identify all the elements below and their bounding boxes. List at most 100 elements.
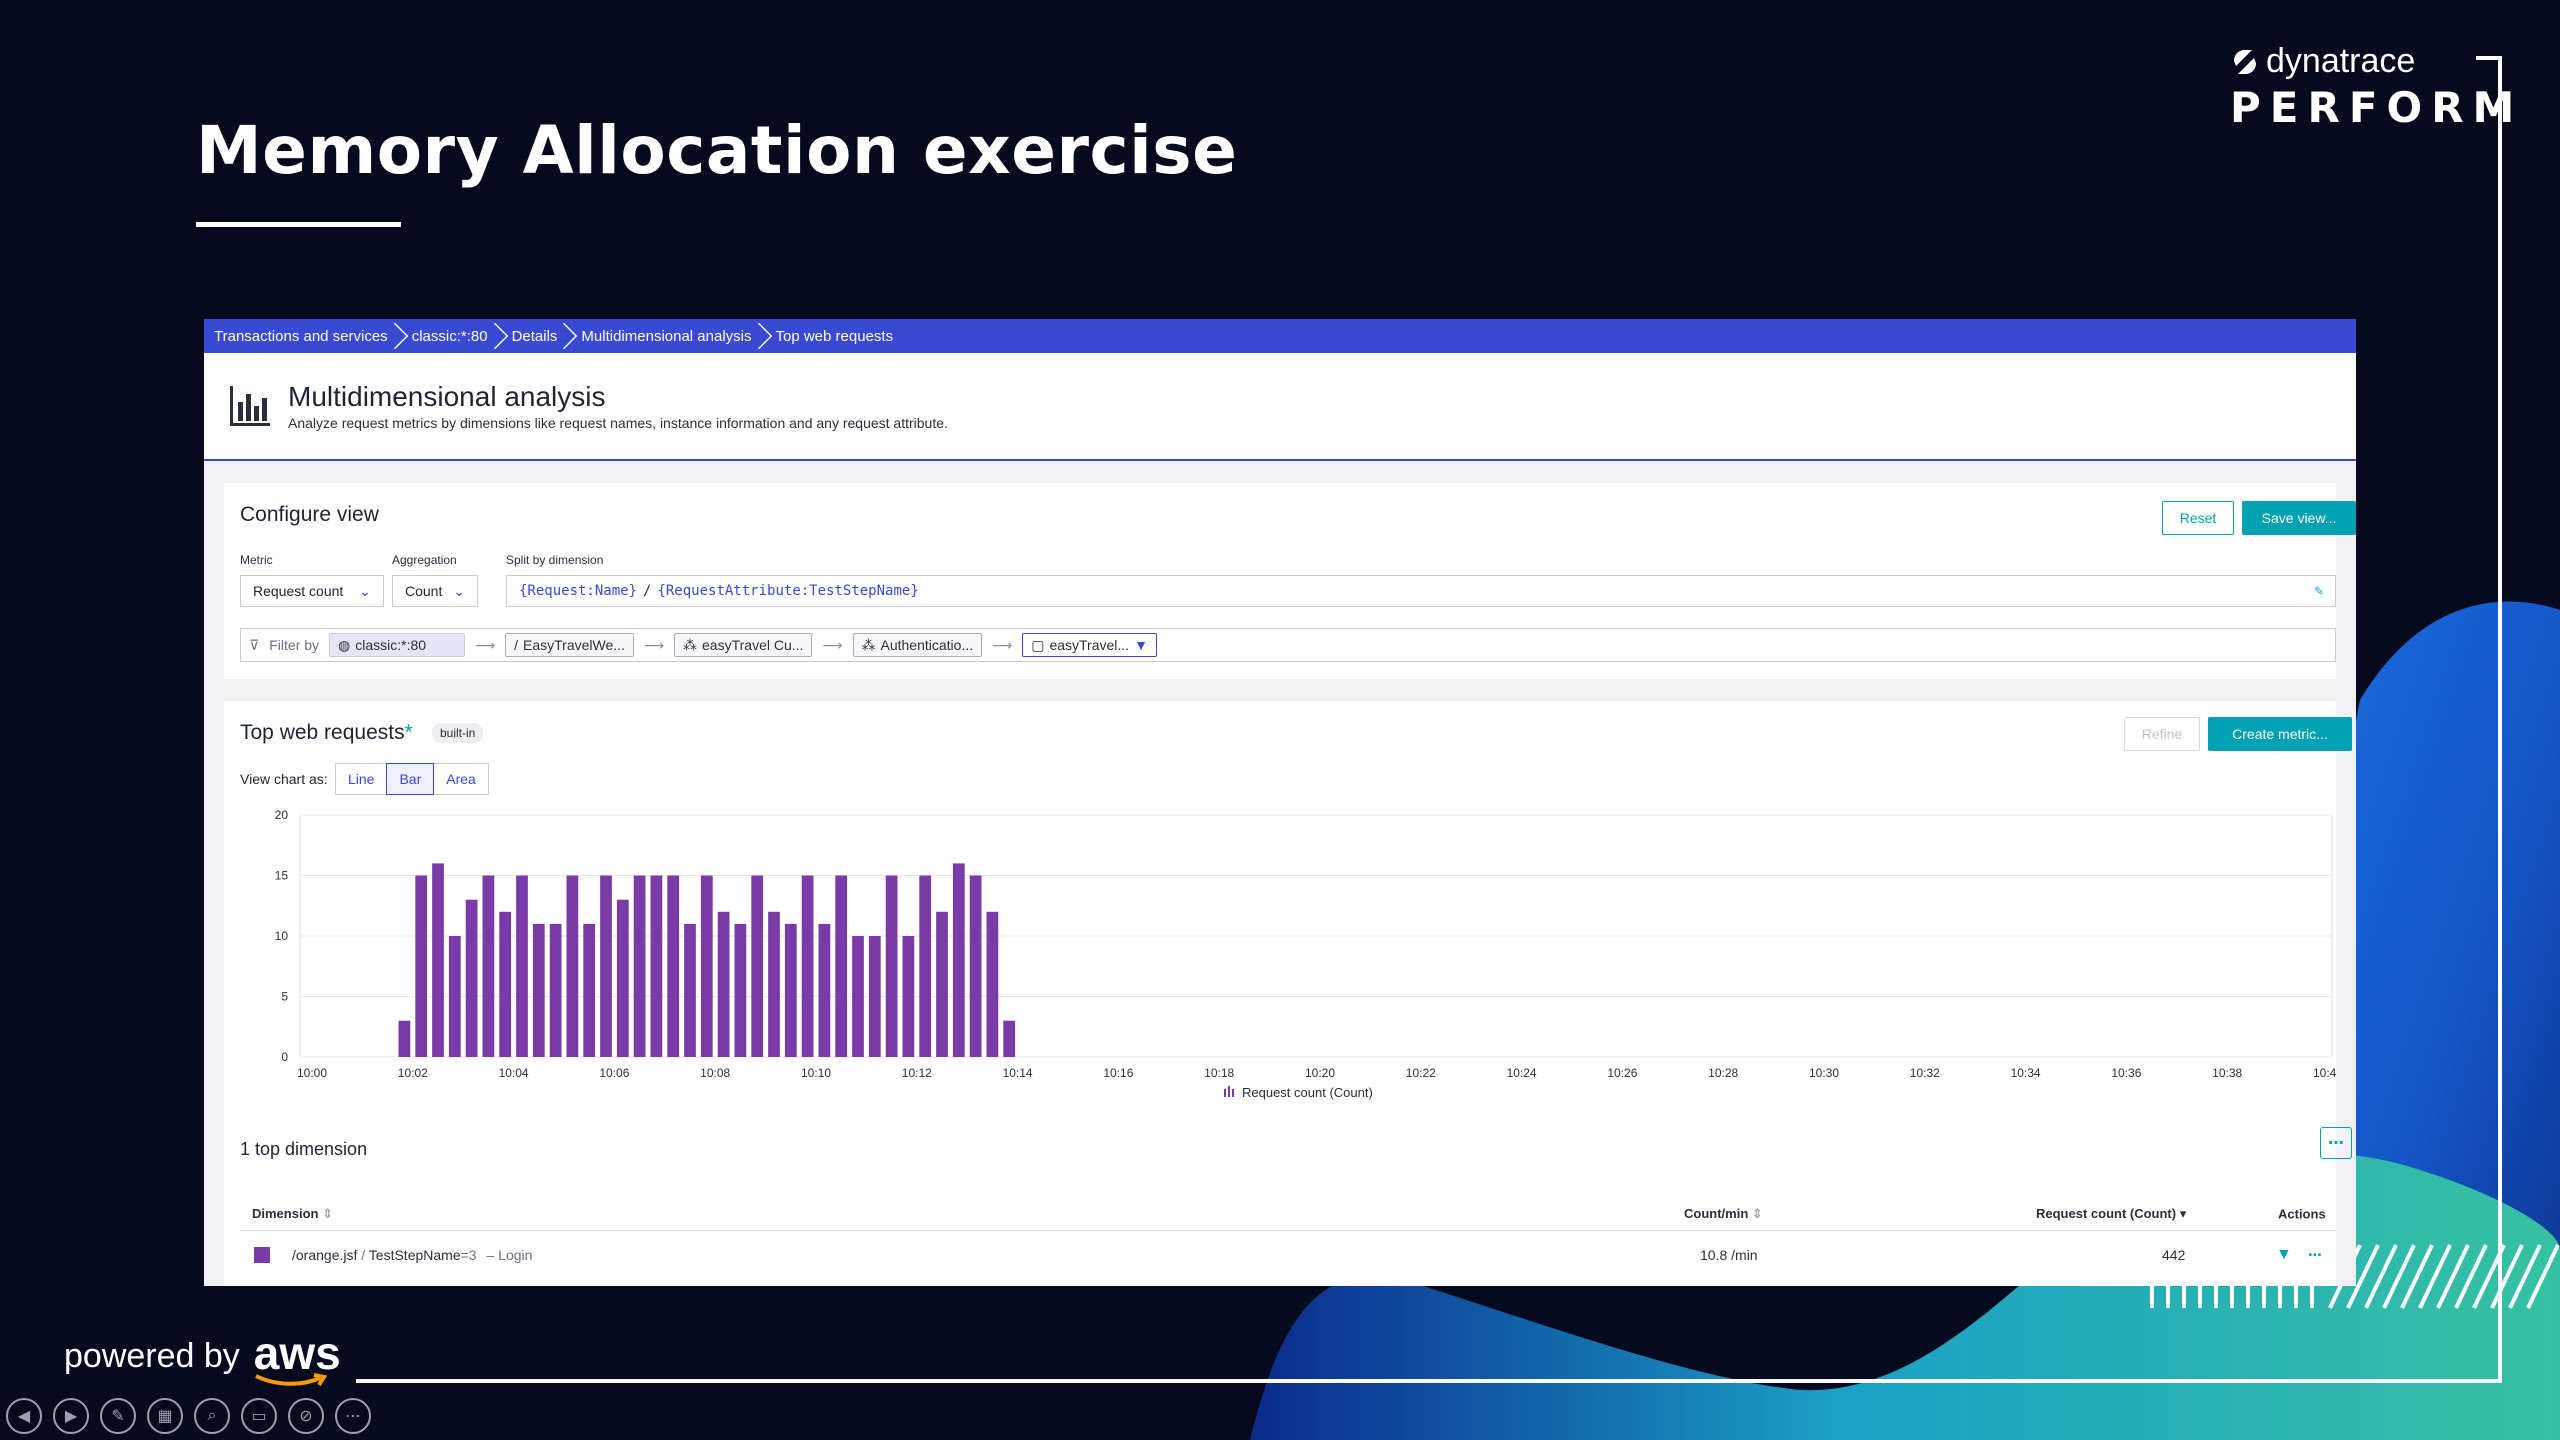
y-tick-label: 10 bbox=[275, 929, 289, 943]
x-tick-label: 10:14 bbox=[1003, 1066, 1033, 1080]
chart-bar bbox=[986, 911, 999, 1057]
configure-view-title: Configure view bbox=[240, 503, 379, 526]
arrow-icon: ⟶ bbox=[643, 636, 665, 653]
filter-chip[interactable]: ◍ classic:*:80 bbox=[329, 633, 466, 657]
view-area-option[interactable]: Area bbox=[433, 763, 489, 795]
chart-bar bbox=[885, 875, 898, 1057]
filter-icon[interactable]: ▼ bbox=[2276, 1246, 2292, 1264]
breadcrumb-item[interactable]: Details bbox=[502, 319, 572, 353]
y-tick-label: 20 bbox=[275, 808, 289, 822]
chart-bar bbox=[818, 923, 831, 1057]
chart-bar bbox=[868, 936, 881, 1057]
series-color-swatch bbox=[254, 1247, 270, 1263]
view-bar-option[interactable]: Bar bbox=[386, 763, 435, 795]
x-tick-label: 10:04 bbox=[499, 1066, 529, 1080]
y-tick-label: 15 bbox=[275, 869, 289, 883]
service-icon: ⁂ bbox=[861, 636, 876, 653]
metric-value: Request count bbox=[253, 583, 344, 599]
chart-bar bbox=[784, 923, 797, 1057]
more-options-icon[interactable]: ⋯ bbox=[335, 1398, 371, 1434]
filter-chip[interactable]: ⁂ easyTravel Cu... bbox=[674, 633, 813, 657]
zoom-icon[interactable]: ⌕ bbox=[194, 1398, 230, 1434]
split-dimension-attribute: {RequestAttribute:TestStepName} bbox=[657, 583, 919, 599]
split-by-dimension-input[interactable]: {Request:Name} / {RequestAttribute:TestS… bbox=[506, 575, 2336, 607]
chart-bar bbox=[566, 875, 579, 1057]
refine-button[interactable]: Refine bbox=[2124, 717, 2200, 751]
slide-title: Memory Allocation exercise bbox=[196, 112, 1238, 189]
view-line-option[interactable]: Line bbox=[335, 763, 388, 795]
filter-chip[interactable]: / EasyTravelWe... bbox=[505, 633, 634, 657]
column-dimension[interactable]: Dimension ⇕ bbox=[252, 1206, 333, 1222]
subtitles-icon[interactable]: ▭ bbox=[241, 1398, 277, 1434]
dynatrace-logo-icon bbox=[2234, 49, 2256, 74]
arrow-icon: ⟶ bbox=[475, 636, 496, 653]
configure-view-card: Configure view Reset Save view... Metric… bbox=[224, 483, 2356, 679]
frame-line-bottom bbox=[356, 1379, 2502, 1383]
x-tick-label: 10:18 bbox=[1204, 1066, 1234, 1080]
row-more-icon[interactable]: ⋯ bbox=[2308, 1247, 2322, 1264]
service-icon: ◍ bbox=[338, 636, 351, 653]
breadcrumb-item[interactable]: Top web requests bbox=[766, 319, 908, 353]
title-underline bbox=[196, 222, 401, 227]
dimension-table-header: Dimension ⇕ Count/min ⇕ Request count (C… bbox=[240, 1197, 2336, 1231]
filter-chip[interactable]: ⁂ Authenticatio... bbox=[852, 633, 983, 657]
create-metric-button[interactable]: Create metric... bbox=[2208, 717, 2352, 751]
legend-icon bbox=[1228, 1086, 1230, 1097]
column-count-min[interactable]: Count/min ⇕ bbox=[1684, 1206, 1763, 1222]
chart-bar bbox=[616, 899, 629, 1057]
filter-chip[interactable]: ▢ easyTravel... ▼ bbox=[1022, 633, 1157, 657]
filter-bar[interactable]: ⊽ Filter by ◍ classic:*:80 ⟶ / EasyTravelW… bbox=[240, 628, 2336, 662]
pen-icon[interactable]: ✎ bbox=[100, 1398, 136, 1434]
previous-slide-icon[interactable]: ◀ bbox=[6, 1398, 42, 1434]
legend-label: Request count (Count) bbox=[1242, 1085, 1373, 1100]
chevron-down-icon: ⌄ bbox=[359, 582, 371, 599]
x-tick-label: 10:12 bbox=[902, 1066, 932, 1080]
chart-bar bbox=[600, 875, 612, 1057]
legend-icon bbox=[1232, 1089, 1234, 1097]
x-tick-label: 10:30 bbox=[1809, 1066, 1839, 1080]
split-label: Split by dimension bbox=[506, 553, 604, 567]
arrow-icon: ⟶ bbox=[822, 636, 843, 653]
chart-bar bbox=[482, 875, 495, 1057]
camera-off-icon[interactable]: ⊘ bbox=[288, 1398, 324, 1434]
chart-bar bbox=[499, 911, 512, 1057]
breadcrumb-item[interactable]: Multidimensional analysis bbox=[571, 319, 765, 353]
aws-logo: aws bbox=[254, 1330, 341, 1387]
breadcrumb: Transactions and services classic:*:80 D… bbox=[204, 319, 2356, 353]
service-icon: ⁂ bbox=[683, 636, 698, 653]
next-slide-icon[interactable]: ▶ bbox=[53, 1398, 89, 1434]
chart-bar bbox=[969, 875, 982, 1057]
metric-select[interactable]: Request count ⌄ bbox=[240, 575, 384, 607]
breadcrumb-item[interactable]: Transactions and services bbox=[204, 319, 402, 353]
more-actions-button[interactable]: ⋯ bbox=[2320, 1127, 2352, 1159]
chart-bar bbox=[684, 923, 696, 1057]
x-tick-label: 10:32 bbox=[1910, 1066, 1940, 1080]
sort-icon: ⇕ bbox=[1751, 1205, 1763, 1221]
x-tick-label: 10:08 bbox=[700, 1066, 730, 1080]
chart-bar bbox=[667, 875, 680, 1057]
chart-bar bbox=[717, 911, 730, 1057]
chart-bar bbox=[952, 863, 965, 1057]
column-request-count[interactable]: Request count (Count) ▾ bbox=[2036, 1206, 2186, 1222]
metric-label: Metric bbox=[240, 553, 273, 567]
aggregation-select[interactable]: Count ⌄ bbox=[392, 575, 478, 607]
slash-icon: / bbox=[514, 637, 519, 653]
chart-bar bbox=[936, 911, 948, 1057]
column-actions: Actions bbox=[2278, 1206, 2326, 1221]
slides-grid-icon[interactable]: ▦ bbox=[147, 1398, 183, 1434]
chart-bar bbox=[734, 923, 747, 1057]
breadcrumb-item[interactable]: classic:*:80 bbox=[402, 319, 502, 353]
legend-icon bbox=[1224, 1089, 1226, 1097]
x-tick-label: 10:36 bbox=[2111, 1066, 2141, 1080]
chart-type-toggle: Line Bar Area bbox=[335, 763, 489, 795]
save-view-button[interactable]: Save view... bbox=[2242, 501, 2356, 535]
x-tick-label: 10:06 bbox=[599, 1066, 629, 1080]
brand-name: dynatrace bbox=[2266, 42, 2416, 80]
powered-by-aws: powered by aws bbox=[64, 1330, 341, 1387]
chevron-down-icon: ⌄ bbox=[453, 582, 465, 599]
filter-label: Filter by bbox=[269, 637, 320, 653]
chart-bar bbox=[700, 875, 713, 1057]
y-tick-label: 0 bbox=[281, 1050, 288, 1064]
pencil-icon[interactable]: ✎ bbox=[2315, 583, 2323, 599]
reset-button[interactable]: Reset bbox=[2162, 501, 2234, 535]
